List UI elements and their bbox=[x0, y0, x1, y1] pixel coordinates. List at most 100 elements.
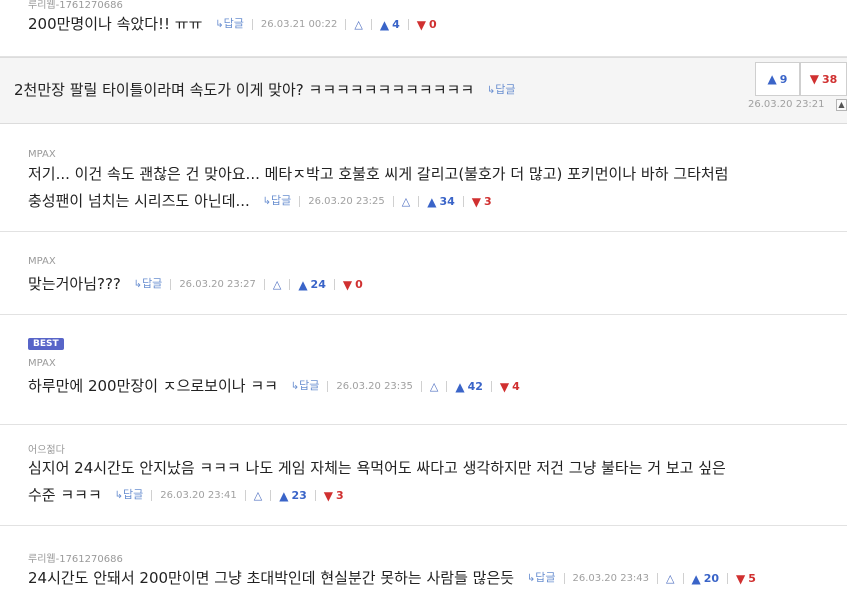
downvote-button[interactable]: ▼ 3 bbox=[472, 188, 492, 216]
comment-author[interactable]: MPAX bbox=[28, 358, 56, 369]
thumbs-up-icon: ▲ bbox=[379, 17, 390, 32]
reply-label: 답글 bbox=[142, 277, 163, 290]
divider bbox=[314, 490, 316, 501]
downvote-button[interactable]: ▼ 0 bbox=[343, 271, 363, 299]
reply-label: 답글 bbox=[495, 83, 516, 96]
comment-text: 2천만장 팔릴 타이틀이라며 속도가 이게 맞아? ㅋㅋㅋㅋㅋㅋㅋㅋㅋㅋㅋㅋ bbox=[14, 81, 475, 99]
comment-item: 2천만장 팔릴 타이틀이라며 속도가 이게 맞아? ㅋㅋㅋㅋㅋㅋㅋㅋㅋㅋㅋㅋ ↳… bbox=[0, 57, 847, 124]
divider bbox=[270, 490, 272, 501]
divider bbox=[490, 381, 492, 392]
divider bbox=[418, 196, 420, 207]
thumbs-down-icon: ▼ bbox=[323, 488, 333, 503]
report-bell-icon[interactable]: △ bbox=[402, 188, 410, 216]
best-badge: BEST bbox=[28, 338, 64, 350]
thumbs-down-icon: ▼ bbox=[342, 277, 353, 292]
upvote-button[interactable]: ▲ 34 bbox=[427, 188, 455, 216]
reply-button[interactable]: ↳답글 bbox=[263, 187, 292, 216]
upvote-count: 20 bbox=[703, 571, 720, 585]
downvote-button[interactable]: ▼ 38 bbox=[800, 62, 847, 96]
comment-item: 루리웹-1761270686 24시간도 안돼서 200만이면 그냥 초대박인데… bbox=[0, 526, 847, 610]
upvote-button[interactable]: ▲ 9 bbox=[755, 62, 800, 96]
reply-arrow-icon: ↳ bbox=[290, 381, 300, 392]
report-bell-icon[interactable]: △ bbox=[430, 373, 438, 401]
comment-meta: ↳답글 26.03.21 00:22 △ ▲ 4 ▼ 0 bbox=[213, 10, 436, 39]
upvote-count: 34 bbox=[439, 194, 455, 208]
comment-item: 루리웹-1761270686 200만명이나 속았다!! ㅠㅠ ↳답글 26.0… bbox=[0, 0, 847, 57]
upvote-button[interactable]: ▲ 20 bbox=[692, 565, 720, 593]
divider bbox=[682, 573, 684, 584]
thumbs-down-icon: ▼ bbox=[809, 72, 819, 86]
thumbs-down-icon: ▼ bbox=[416, 17, 426, 32]
divider bbox=[392, 196, 394, 207]
comment-meta: ↳답글 26.03.20 23:27 △ ▲ 24 ▼ 0 bbox=[132, 270, 363, 299]
reply-button[interactable]: ↳답글 bbox=[215, 10, 244, 39]
scroll-up-button[interactable]: ▲ bbox=[836, 99, 847, 111]
report-bell-icon[interactable]: △ bbox=[354, 11, 362, 39]
divider bbox=[244, 490, 246, 501]
reply-arrow-icon: ↳ bbox=[526, 573, 536, 584]
comment-text-line: 충성팬이 넘치는 시리즈도 아닌데... bbox=[28, 192, 250, 210]
upvote-button[interactable]: ▲ 23 bbox=[279, 482, 307, 510]
downvote-button[interactable]: ▼ 3 bbox=[324, 482, 344, 510]
comment-item: MPAX 맞는거아님??? ↳답글 26.03.20 23:27 △ ▲ 24 ▼… bbox=[0, 232, 847, 315]
thumbs-down-icon: ▼ bbox=[471, 194, 482, 209]
downvote-button[interactable]: ▼ 4 bbox=[500, 373, 520, 401]
divider bbox=[446, 381, 448, 392]
thumbs-up-icon: ▲ bbox=[298, 277, 308, 292]
reply-button[interactable]: ↳답글 bbox=[115, 481, 144, 510]
reply-arrow-icon: ↳ bbox=[133, 279, 143, 290]
comment-item: BEST MPAX 하루만에 200만장이 ㅈ으로보이나 ㅋㅋ ↳답글 26.0… bbox=[0, 315, 847, 425]
downvote-button[interactable]: ▼ 5 bbox=[736, 565, 756, 593]
downvote-button[interactable]: ▼ 0 bbox=[417, 11, 437, 39]
comment-date: 26.03.20 23:25 bbox=[308, 195, 385, 207]
comment-text-line: 수준 ㅋㅋㅋ bbox=[28, 486, 102, 504]
divider bbox=[333, 279, 335, 290]
reply-label: 답글 bbox=[223, 17, 244, 30]
comment-item: 어으젊다 심지어 24시간도 안지났음 ㅋㅋㅋ 나도 게임 자체는 욕먹어도 싸… bbox=[0, 425, 847, 526]
comment-date: 26.03.20 23:21 bbox=[748, 99, 825, 110]
reply-button[interactable]: ↳답글 bbox=[487, 76, 516, 105]
comment-meta: ↳답글 bbox=[485, 76, 516, 105]
upvote-button[interactable]: ▲ 24 bbox=[298, 271, 326, 299]
reply-button[interactable]: ↳답글 bbox=[134, 270, 163, 299]
comment-date: 26.03.20 23:35 bbox=[336, 380, 413, 392]
reply-label: 답글 bbox=[299, 379, 320, 392]
comment-text: 200만명이나 속았다!! ㅠㅠ bbox=[28, 15, 203, 33]
downvote-count: 3 bbox=[335, 488, 344, 502]
comment-author[interactable]: MPAX bbox=[28, 149, 56, 160]
divider bbox=[327, 381, 329, 392]
report-bell-icon[interactable]: △ bbox=[273, 271, 281, 299]
divider bbox=[370, 19, 372, 30]
report-bell-icon[interactable]: △ bbox=[254, 482, 262, 510]
reply-button[interactable]: ↳답글 bbox=[527, 564, 556, 593]
divider bbox=[289, 279, 291, 290]
downvote-count: 38 bbox=[821, 72, 838, 86]
divider bbox=[151, 490, 153, 501]
comment-date: 26.03.20 23:43 bbox=[572, 572, 650, 584]
comment-author[interactable]: MPAX bbox=[28, 256, 56, 267]
comment-meta: ↳답글 26.03.20 23:35 △ ▲ 42 ▼ 4 bbox=[289, 372, 520, 401]
report-bell-icon[interactable]: △ bbox=[666, 565, 674, 593]
comment-body: 24시간도 안돼서 200만이면 그냥 초대박인데 현실분간 못하는 사람들 많… bbox=[28, 564, 756, 593]
comment-item: MPAX 저기... 이건 속도 괜찮은 건 맞아요... 메타ㅈ박고 호불호 … bbox=[0, 124, 847, 232]
divider bbox=[251, 19, 253, 30]
comment-text-line: 심지어 24시간도 안지났음 ㅋㅋㅋ 나도 게임 자체는 욕먹어도 싸다고 생각… bbox=[28, 459, 726, 477]
thumbs-up-icon: ▲ bbox=[427, 194, 437, 209]
reply-label: 답글 bbox=[122, 488, 144, 501]
reply-arrow-icon: ↳ bbox=[215, 19, 224, 30]
upvote-button[interactable]: ▲ 42 bbox=[455, 373, 483, 401]
reply-button[interactable]: ↳답글 bbox=[291, 372, 320, 401]
comment-meta: ↳답글 26.03.20 23:25 △ ▲ 34 ▼ 3 bbox=[261, 187, 492, 216]
comment-body: 충성팬이 넘치는 시리즈도 아닌데... ↳답글 26.03.20 23:25 … bbox=[28, 187, 492, 216]
thumbs-down-icon: ▼ bbox=[499, 379, 510, 394]
comment-meta: ↳답글 26.03.20 23:43 △ ▲ 20 ▼ 5 bbox=[525, 564, 756, 593]
upvote-count: 42 bbox=[467, 379, 483, 393]
comment-author[interactable]: 루리웹-1761270686 bbox=[28, 550, 123, 565]
upvote-button[interactable]: ▲ 4 bbox=[380, 11, 400, 39]
downvote-count: 3 bbox=[484, 194, 492, 208]
thumbs-up-icon: ▲ bbox=[279, 488, 289, 503]
comment-body: 200만명이나 속았다!! ㅠㅠ ↳답글 26.03.21 00:22 △ ▲ 4… bbox=[28, 10, 437, 39]
reply-arrow-icon: ↳ bbox=[114, 490, 123, 501]
downvote-count: 4 bbox=[512, 379, 520, 393]
comment-text: 맞는거아님??? bbox=[28, 275, 121, 293]
